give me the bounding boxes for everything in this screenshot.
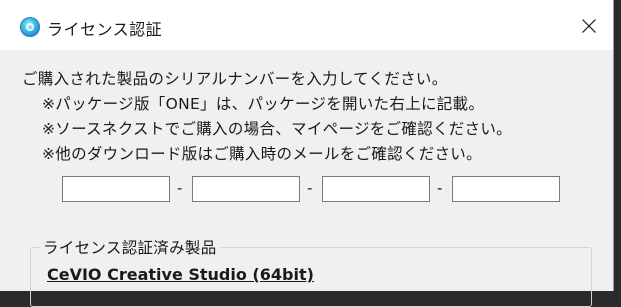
instruction-text: ご購入された製品のシリアルナンバーを入力してください。: [22, 70, 448, 88]
window-title: ライセンス認証: [47, 20, 163, 39]
serial-field-2[interactable]: [192, 176, 300, 202]
serial-separator: -: [177, 179, 183, 197]
note-sourcenext: ※ソースネクストでご購入の場合、マイページをご確認ください。: [42, 120, 512, 138]
licensed-product-item[interactable]: CeVIO Creative Studio (64bit): [47, 265, 314, 284]
close-icon: [582, 19, 596, 33]
serial-separator: -: [437, 179, 443, 197]
licensed-products-label: ライセンス認証済み製品: [40, 236, 220, 258]
serial-field-3[interactable]: [322, 176, 430, 202]
serial-field-4[interactable]: [452, 176, 560, 202]
serial-field-1[interactable]: [62, 176, 170, 202]
titlebar[interactable]: ライセンス認証: [0, 0, 613, 50]
close-button[interactable]: [566, 6, 612, 46]
note-package-version: ※パッケージ版「ONE」は、パッケージを開いた右上に記載。: [42, 95, 485, 113]
serial-separator: -: [307, 179, 313, 197]
dialog-content: ご購入された製品のシリアルナンバーを入力してください。 ※パッケージ版「ONE」…: [0, 50, 613, 307]
note-download-version: ※他のダウンロード版はご購入時のメールをご確認ください。: [42, 145, 482, 163]
app-icon: [20, 17, 40, 37]
license-dialog: ライセンス認証 ご購入された製品のシリアルナンバーを入力してください。 ※パッケ…: [0, 0, 614, 307]
